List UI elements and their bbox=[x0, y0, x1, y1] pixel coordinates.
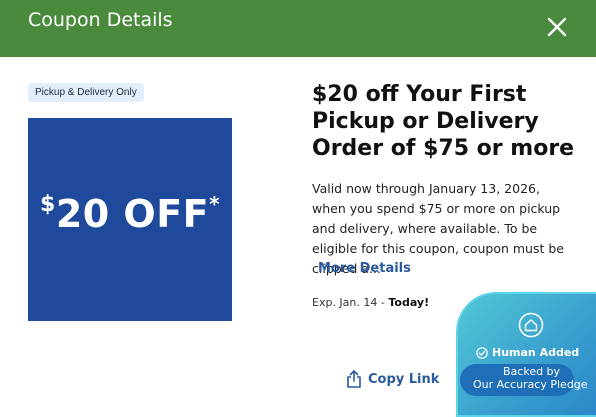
copy-link-label: Copy Link bbox=[368, 371, 440, 387]
expiry-date: Exp. Jan. 14 - bbox=[312, 296, 389, 309]
modal-title: Coupon Details bbox=[28, 9, 173, 31]
coupon-expiry: Exp. Jan. 14 - Today! bbox=[312, 296, 429, 309]
coupon-image-asterisk: * bbox=[209, 192, 221, 216]
copy-link-button[interactable]: Copy Link bbox=[346, 368, 439, 390]
share-icon bbox=[347, 370, 361, 388]
pickup-delivery-badge: Pickup & Delivery Only bbox=[28, 83, 144, 102]
coupon-title: $20 off Your First Pickup or Delivery Or… bbox=[312, 82, 575, 161]
coupon-image: $20 OFF* bbox=[28, 118, 232, 321]
human-added-row: Human Added bbox=[476, 346, 579, 359]
close-button[interactable] bbox=[542, 12, 572, 42]
accuracy-pledge-widget[interactable]: Human Added Backed by Our Accuracy Pledg… bbox=[456, 292, 596, 417]
modal-header: Coupon Details bbox=[0, 0, 596, 57]
pledge-backed-by: Backed by bbox=[503, 365, 561, 378]
pledge-accuracy: Our Accuracy Pledge bbox=[473, 378, 588, 391]
check-circle-icon bbox=[476, 346, 488, 359]
coupon-image-dollar: $ bbox=[40, 192, 56, 217]
close-icon bbox=[547, 17, 567, 37]
coupon-image-text: $20 OFF* bbox=[40, 192, 220, 236]
home-shield-icon bbox=[518, 312, 544, 338]
expiry-today: Today! bbox=[388, 296, 430, 309]
human-added-label: Human Added bbox=[492, 346, 580, 359]
more-details-link[interactable]: More Details bbox=[318, 261, 411, 276]
coupon-image-amount: 20 OFF bbox=[55, 192, 210, 236]
